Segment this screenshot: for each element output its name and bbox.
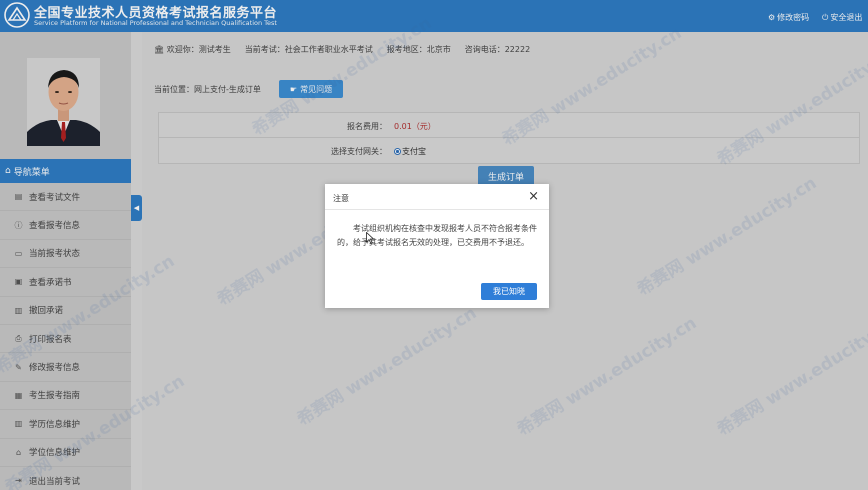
- dialog-title: 注意: [333, 194, 349, 203]
- notice-dialog: 注意 × 考试组织机构在核查中发现报考人员不符合报考条件的，给予其考试报名无效的…: [325, 184, 549, 308]
- close-icon[interactable]: ×: [528, 189, 539, 204]
- dialog-divider: [325, 209, 549, 210]
- mouse-cursor-icon: [366, 232, 374, 244]
- acknowledge-button[interactable]: 我已知晓: [481, 283, 537, 300]
